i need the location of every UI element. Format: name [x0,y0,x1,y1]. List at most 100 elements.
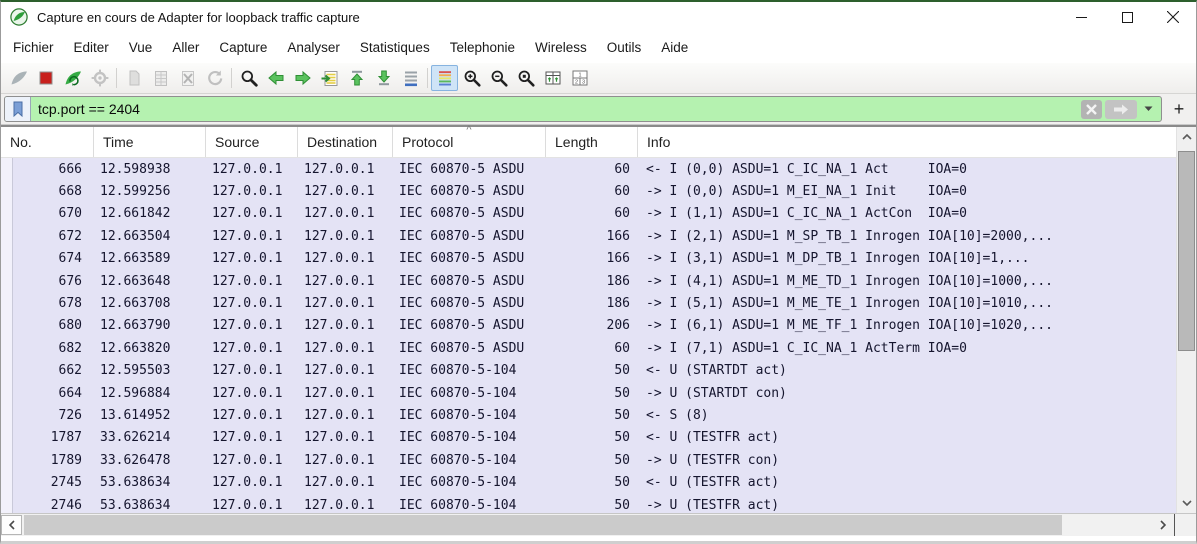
toolbar-separator [231,68,232,88]
horizontal-scrollbar[interactable] [1,513,1196,536]
filter-dropdown-button[interactable] [1140,100,1156,119]
packet-row[interactable]: 664 12.596884 127.0.0.1 127.0.0.1 IEC 60870-… [1,381,1176,405]
cell-destination: 127.0.0.1 [304,273,375,289]
cell-no: 668 [58,184,82,200]
scroll-left-button[interactable] [1,515,22,535]
cell-destination: 127.0.0.1 [304,206,375,222]
vertical-scrollbar[interactable] [1176,127,1196,513]
cell-no: 664 [58,385,82,401]
menu-item-capture[interactable]: Capture [209,32,277,63]
go-back-button[interactable] [262,65,289,91]
menu-item-telephonie[interactable]: Telephonie [440,32,525,63]
column-header-protocol[interactable]: Protocol ^ [393,124,546,157]
packet-row[interactable]: 670 12.661842 127.0.0.1 127.0.0.1 IEC 60870-… [1,202,1176,226]
minimize-button[interactable] [1058,2,1104,32]
layout-123-button[interactable]: 123 [566,65,593,91]
apply-filter-button[interactable] [1105,99,1137,119]
packet-row[interactable]: 2745 53.638634 127.0.0.1 127.0.0.1 IEC 60870… [1,471,1176,494]
open-file-button[interactable] [120,65,147,91]
cell-info: <- U (TESTFR act) [646,475,780,491]
horizontal-scrollbar-thumb[interactable] [24,515,1062,535]
auto-scroll-button[interactable] [397,65,424,91]
packet-row[interactable]: 1789 33.626478 127.0.0.1 127.0.0.1 IEC 60870… [1,449,1176,472]
column-header-info[interactable]: Info [638,127,1176,157]
packet-row[interactable]: 672 12.663504 127.0.0.1 127.0.0.1 IEC 60870-… [1,225,1176,248]
restart-capture-button[interactable] [59,65,86,91]
first-packet-button[interactable] [343,65,370,91]
cell-source: 127.0.0.1 [212,430,283,446]
display-filter-field[interactable] [4,96,1162,122]
scroll-down-button[interactable] [1177,495,1196,510]
cell-protocol: IEC 60870-5 ASDU [399,273,525,289]
resize-columns-button[interactable] [539,65,566,91]
scroll-right-button[interactable] [1152,515,1174,535]
maximize-button[interactable] [1104,2,1150,32]
menu-item-statistiques[interactable]: Statistiques [350,32,440,63]
menu-item-outils[interactable]: Outils [597,32,652,63]
packet-row[interactable]: 666 12.598938 127.0.0.1 127.0.0.1 IEC 60870-… [1,158,1176,181]
resize-columns-icon [545,71,560,85]
packet-row[interactable]: 676 12.663648 127.0.0.1 127.0.0.1 IEC 60870-… [1,269,1176,293]
cell-protocol: IEC 60870-5-104 [399,430,517,446]
cell-destination: 127.0.0.1 [304,363,375,379]
cell-length: 50 [614,385,630,401]
cell-time: 12.663820 [100,340,171,356]
zoom-in-button[interactable] [458,65,485,91]
cell-no: 666 [58,161,82,177]
packet-row[interactable]: 674 12.663589 127.0.0.1 127.0.0.1 IEC 60870-… [1,247,1176,270]
related-packet-gutter [1,337,13,360]
cell-source: 127.0.0.1 [212,296,283,312]
last-packet-button[interactable] [370,65,397,91]
go-to-packet-button[interactable] [316,65,343,91]
zoom-out-button[interactable] [485,65,512,91]
filter-bookmark-button[interactable] [5,97,31,121]
packet-row[interactable]: 678 12.663708 127.0.0.1 127.0.0.1 IEC 60870-… [1,292,1176,315]
packet-row[interactable]: 1787 33.626214 127.0.0.1 127.0.0.1 IEC 60870… [1,426,1176,450]
menu-item-aide[interactable]: Aide [651,32,698,63]
go-back-icon [267,70,283,86]
menu-item-aller[interactable]: Aller [162,32,209,63]
column-header-destination[interactable]: Destination [298,127,393,157]
cell-length: 60 [614,340,630,356]
cell-protocol: IEC 60870-5-104 [399,407,517,423]
menu-item-editer[interactable]: Editer [64,32,119,63]
column-header-no[interactable]: No. [1,127,94,157]
packet-row[interactable]: 680 12.663790 127.0.0.1 127.0.0.1 IEC 60870-… [1,314,1176,338]
column-header-label: Protocol [402,134,454,150]
cell-length: 50 [614,475,630,491]
column-header-length[interactable]: Length [546,127,638,157]
menu-item-fichier[interactable]: Fichier [3,32,64,63]
menu-item-vue[interactable]: Vue [119,32,163,63]
stop-capture-button[interactable] [32,65,59,91]
column-header-source[interactable]: Source [206,127,298,157]
menu-item-analyser[interactable]: Analyser [277,32,350,63]
scroll-up-button[interactable] [1177,129,1196,144]
cell-time: 33.626214 [100,430,171,446]
colorize-button[interactable] [431,65,458,91]
go-forward-icon [295,70,311,86]
find-packet-button[interactable] [235,65,262,91]
close-button[interactable] [1150,2,1196,32]
display-filter-input[interactable] [31,97,1081,121]
menu-item-wireless[interactable]: Wireless [525,32,597,63]
close-file-button[interactable] [174,65,201,91]
packet-row[interactable]: 682 12.663820 127.0.0.1 127.0.0.1 IEC 60870-… [1,337,1176,360]
packet-row[interactable]: 668 12.599256 127.0.0.1 127.0.0.1 IEC 60870-… [1,180,1176,203]
cell-time: 12.661842 [100,206,171,222]
add-filter-button[interactable]: + [1166,96,1192,122]
clear-filter-button[interactable] [1081,99,1102,119]
reload-button[interactable] [201,65,228,91]
zoom-original-button[interactable] [512,65,539,91]
start-capture-button[interactable] [5,65,32,91]
packet-row[interactable]: 726 13.614952 127.0.0.1 127.0.0.1 IEC 60870-… [1,404,1176,427]
packet-row[interactable]: 662 12.595503 127.0.0.1 127.0.0.1 IEC 60870-… [1,359,1176,382]
save-file-icon [154,71,167,86]
vertical-scrollbar-thumb[interactable] [1178,151,1195,351]
capture-options-button[interactable] [86,65,113,91]
bookmark-icon [13,101,22,117]
column-header-time[interactable]: Time [94,127,206,157]
column-header-label: Length [555,134,598,150]
go-forward-button[interactable] [289,65,316,91]
capture-options-icon [91,69,108,87]
save-file-button[interactable] [147,65,174,91]
